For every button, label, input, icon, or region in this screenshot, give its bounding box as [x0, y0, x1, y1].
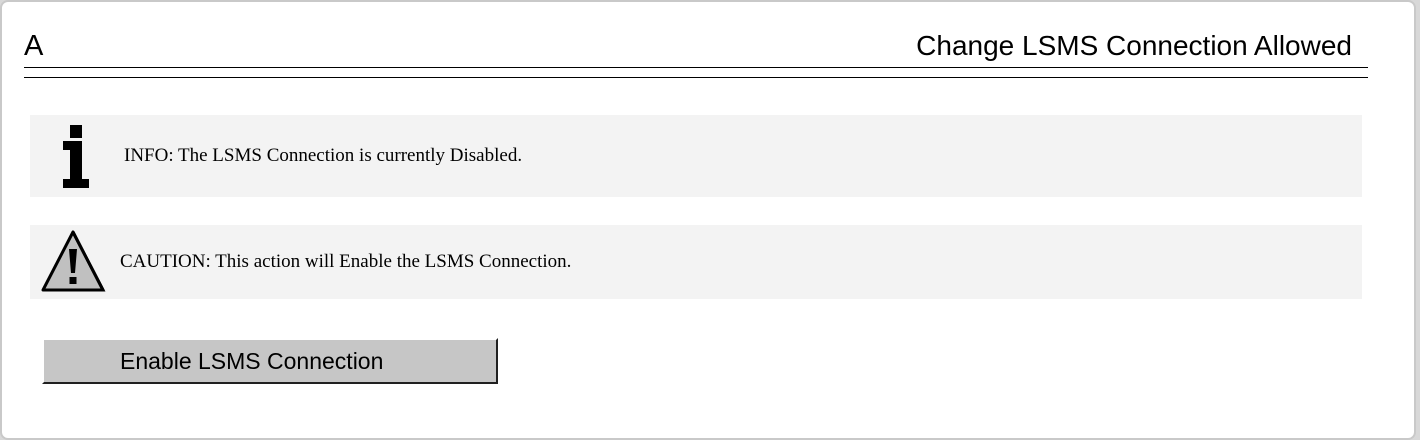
warning-triangle-icon: [41, 230, 106, 292]
header-letter: A: [24, 30, 44, 62]
main-panel: A Change LSMS Connection Allowed INFO: T…: [0, 0, 1416, 440]
info-icon: [63, 125, 89, 188]
info-message: INFO: The LSMS Connection is currently D…: [30, 115, 1362, 197]
page-header: A Change LSMS Connection Allowed: [24, 28, 1368, 68]
header-divider-top: [24, 67, 1368, 68]
caution-text: CAUTION: This action will Enable the LSM…: [120, 251, 572, 272]
page-title: Change LSMS Connection Allowed: [916, 30, 1352, 61]
caution-message: CAUTION: This action will Enable the LSM…: [30, 225, 1362, 299]
header-divider-bottom: [24, 77, 1368, 78]
info-text: INFO: The LSMS Connection is currently D…: [124, 145, 523, 166]
enable-lsms-connection-button[interactable]: Enable LSMS Connection: [42, 338, 498, 384]
